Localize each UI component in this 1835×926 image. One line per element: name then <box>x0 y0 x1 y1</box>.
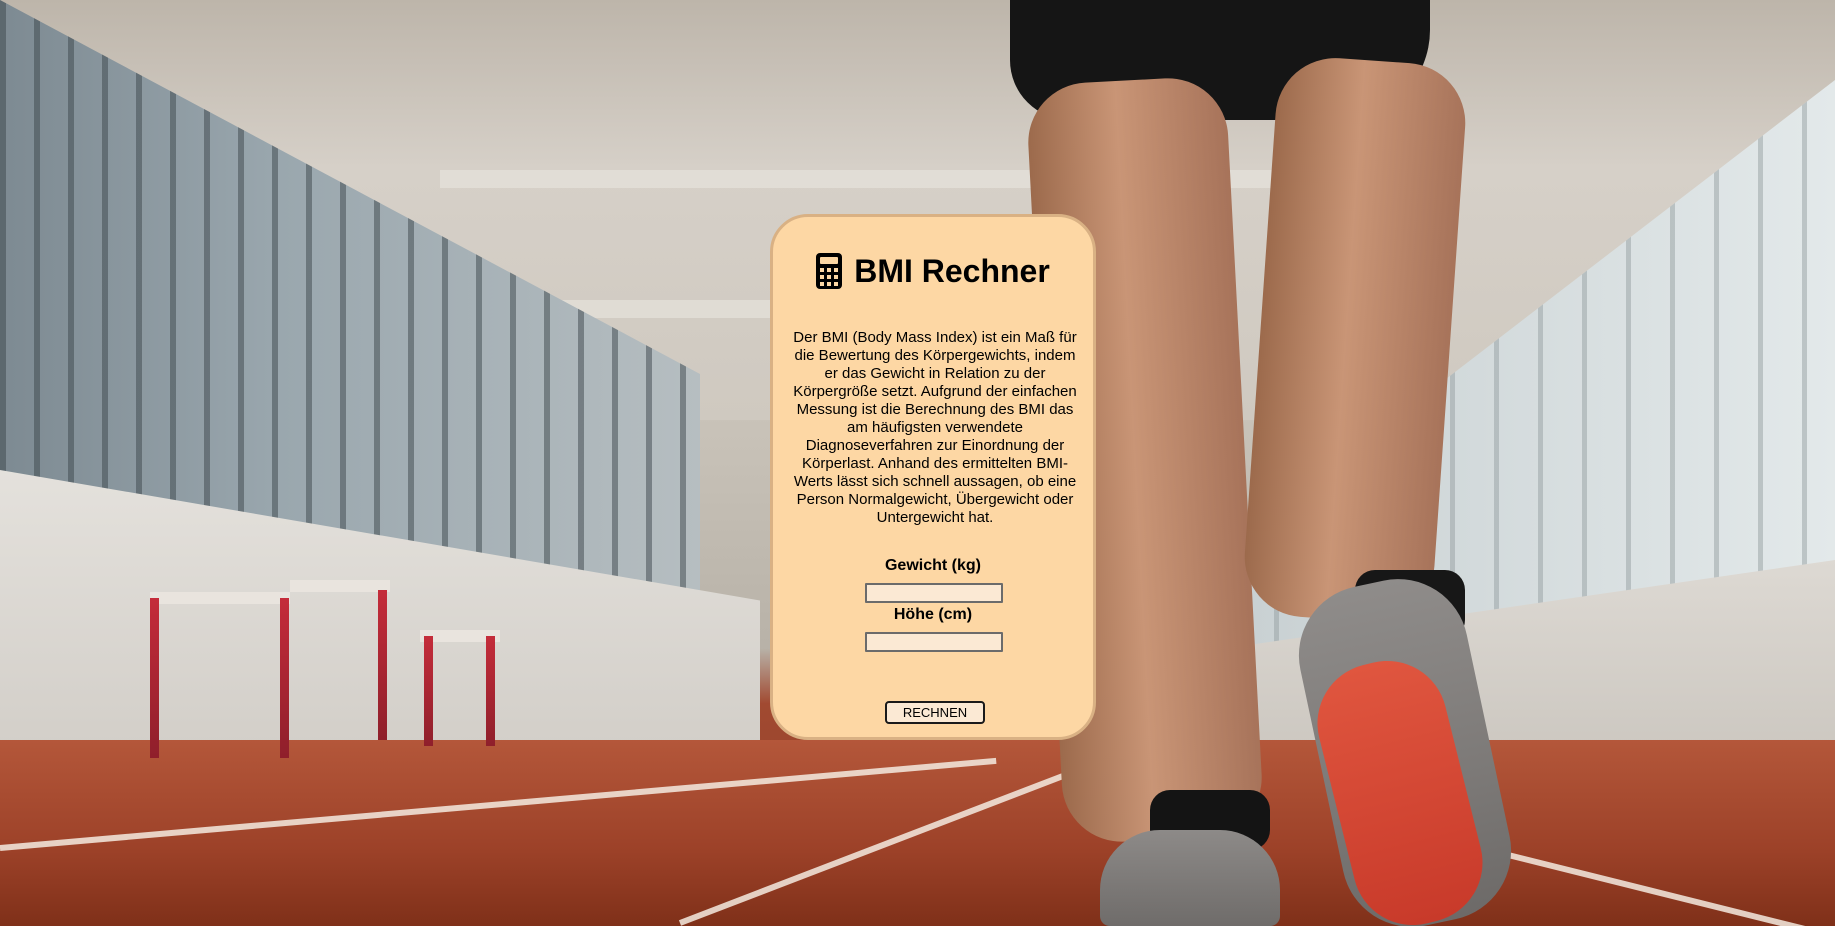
height-input[interactable] <box>865 632 1003 652</box>
height-label: Höhe (cm) <box>893 606 973 623</box>
hurdle-post <box>486 636 495 746</box>
runner-right-leg <box>1240 54 1470 626</box>
runner-left-shoe <box>1100 830 1280 926</box>
hurdle-post <box>424 636 433 746</box>
weight-input[interactable] <box>865 583 1003 603</box>
hurdle-post <box>378 590 387 740</box>
weight-label: Gewicht (kg) <box>884 557 981 574</box>
page-title: BMI Rechner <box>854 253 1050 289</box>
hurdle-post <box>280 598 289 758</box>
card-header: BMI Rechner <box>773 253 1093 289</box>
hurdle-post <box>150 598 159 758</box>
calculator-icon <box>816 253 843 289</box>
hurdle-bar <box>150 592 290 604</box>
calculate-button[interactable]: RECHNEN <box>885 701 985 724</box>
bmi-description: Der BMI (Body Mass Index) ist ein Maß fü… <box>793 329 1077 526</box>
hurdle-bar <box>290 580 390 592</box>
bmi-calculator-card: BMI Rechner Der BMI (Body Mass Index) is… <box>770 214 1096 740</box>
